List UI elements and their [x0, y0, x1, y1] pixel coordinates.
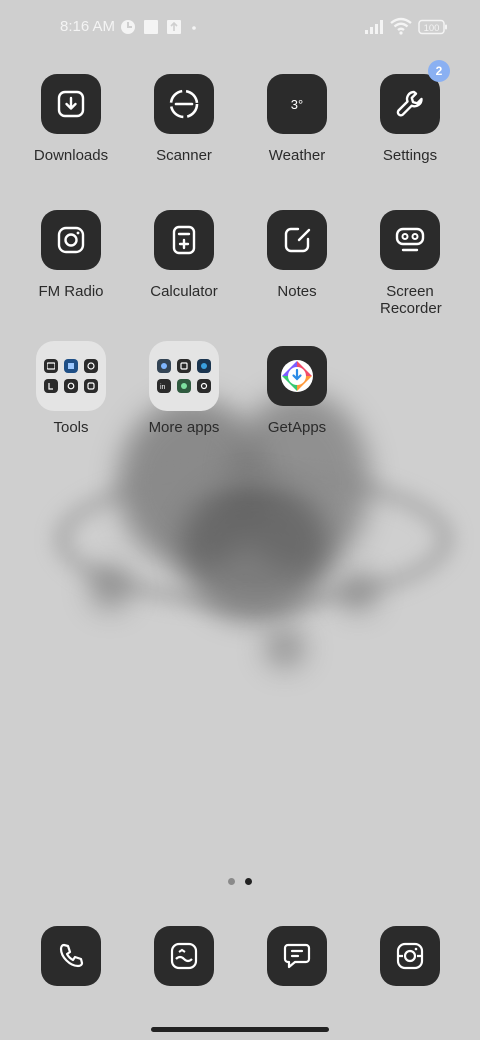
radio-icon: [56, 225, 86, 255]
battery-icon: 100: [418, 19, 448, 35]
app-label: Screen Recorder: [380, 283, 442, 317]
settings-tile[interactable]: 2: [380, 60, 450, 134]
downloads-tile[interactable]: [41, 74, 101, 134]
calculator-icon: [169, 225, 199, 255]
getapps-tile[interactable]: [267, 346, 327, 406]
gallery-icon: [169, 941, 199, 971]
folder-more-apps[interactable]: in More apps: [128, 341, 240, 436]
app-downloads[interactable]: Downloads: [15, 74, 127, 164]
download-icon: [56, 89, 86, 119]
app-label: Settings: [382, 147, 438, 164]
app-settings[interactable]: 2 Settings: [354, 60, 466, 164]
screen-recorder-tile[interactable]: [380, 210, 440, 270]
app-label: More apps: [148, 419, 220, 436]
dock-messages-button[interactable]: [267, 926, 327, 986]
notes-icon: [282, 225, 312, 255]
mini-app-icon: [197, 379, 211, 393]
tools-folder-tile[interactable]: [36, 341, 106, 411]
home-gesture-bar[interactable]: [151, 1027, 329, 1032]
camera-icon: [395, 941, 425, 971]
app-scanner[interactable]: Scanner: [128, 74, 240, 164]
mini-app-icon: [84, 379, 98, 393]
mini-app-icon: [64, 379, 78, 393]
notification-square-icon: [143, 19, 159, 35]
folder-tools[interactable]: Tools: [15, 341, 127, 436]
scanner-icon: [167, 87, 201, 121]
app-label: Calculator: [150, 283, 218, 300]
mini-app-icon: [197, 359, 211, 373]
app-notes[interactable]: Notes: [241, 210, 353, 300]
calculator-tile[interactable]: [154, 210, 214, 270]
mini-app-icon: in: [157, 379, 171, 393]
message-icon: [282, 941, 312, 971]
app-label: Tools: [53, 419, 89, 436]
app-getapps[interactable]: GetApps: [241, 346, 353, 436]
screen-recorder-icon: [394, 225, 426, 255]
page-dot-2-active[interactable]: [245, 878, 252, 885]
app-fm-radio[interactable]: FM Radio: [15, 210, 127, 300]
notification-badge: 2: [428, 60, 450, 82]
app-label: Notes: [277, 283, 317, 300]
mini-app-icon: [177, 359, 191, 373]
app-calculator[interactable]: Calculator: [128, 210, 240, 300]
app-screen-recorder[interactable]: Screen Recorder: [354, 210, 466, 317]
dock-phone-button[interactable]: [41, 926, 101, 986]
page-dot-1[interactable]: [228, 878, 235, 885]
svg-text:in: in: [160, 384, 166, 390]
weather-icon: 3°: [290, 96, 304, 112]
notes-tile[interactable]: [267, 210, 327, 270]
app-label: Downloads: [33, 147, 109, 164]
app-label: Scanner: [156, 147, 212, 164]
mini-app-icon: [64, 359, 78, 373]
fm-radio-tile[interactable]: [41, 210, 101, 270]
dock-gallery-button[interactable]: [154, 926, 214, 986]
getapps-icon: [279, 358, 315, 394]
dock-camera-button[interactable]: [380, 926, 440, 986]
status-bar: 8:16 AM 100: [0, 0, 480, 56]
signal-icon: [364, 19, 386, 35]
mini-app-icon: [44, 359, 58, 373]
app-weather[interactable]: 3° Weather: [241, 74, 353, 164]
folder-preview-grid: in: [157, 359, 211, 393]
mini-app-icon: [157, 359, 171, 373]
more-apps-folder-tile[interactable]: in: [149, 341, 219, 411]
scanner-tile[interactable]: [154, 74, 214, 134]
wifi-icon: [390, 17, 412, 35]
more-notifications-dot-icon: [192, 26, 196, 30]
mini-app-icon: [177, 379, 191, 393]
weather-tile[interactable]: 3°: [267, 74, 327, 134]
mini-app-icon: [44, 379, 58, 393]
app-label: GetApps: [267, 419, 327, 436]
folder-preview-grid: [44, 359, 98, 393]
mini-app-icon: [84, 359, 98, 373]
app-label: FM Radio: [38, 283, 104, 300]
phone-icon: [56, 941, 86, 971]
notification-app-icon: [120, 19, 136, 35]
wrench-icon: [394, 88, 426, 120]
app-label: Weather: [268, 147, 326, 164]
battery-level: 100: [424, 23, 440, 34]
notification-upload-icon: [166, 19, 182, 35]
status-time: 8:16 AM: [60, 18, 116, 35]
